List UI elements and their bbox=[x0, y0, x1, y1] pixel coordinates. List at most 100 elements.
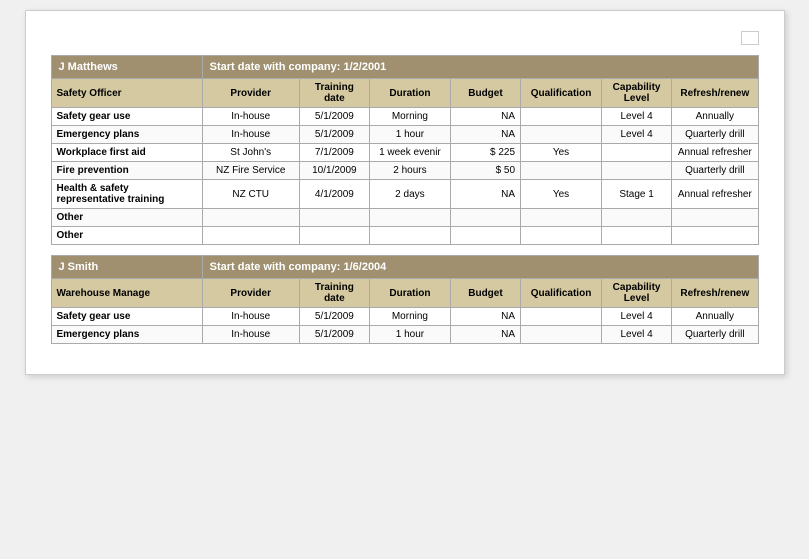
training-capability: Stage 1 bbox=[602, 180, 672, 209]
training-refresh: Annual refresher bbox=[672, 180, 758, 209]
training-name: Safety gear use bbox=[51, 308, 202, 326]
training-refresh: Annual refresher bbox=[672, 144, 758, 162]
training-qualification bbox=[521, 326, 602, 344]
employee-name: J Matthews bbox=[51, 56, 202, 79]
col-role: Safety Officer bbox=[51, 79, 202, 108]
training-refresh: Annually bbox=[672, 308, 758, 326]
training-budget bbox=[450, 209, 520, 227]
col-qualification: Qualification bbox=[521, 79, 602, 108]
col-header-1: Warehouse Manage Provider Training date … bbox=[51, 279, 758, 308]
training-capability: Level 4 bbox=[602, 326, 672, 344]
training-qualification bbox=[521, 209, 602, 227]
training-refresh: Quarterly drill bbox=[672, 126, 758, 144]
training-capability: Level 4 bbox=[602, 126, 672, 144]
employee-start-date: Start date with company: 1/2/2001 bbox=[202, 56, 758, 79]
training-qualification: Yes bbox=[521, 144, 602, 162]
col-duration: Duration bbox=[369, 279, 450, 308]
training-provider: NZ CTU bbox=[202, 180, 299, 209]
training-provider: In-house bbox=[202, 308, 299, 326]
col-training-date: Training date bbox=[299, 279, 369, 308]
training-budget: NA bbox=[450, 126, 520, 144]
col-refresh: Refresh/renew bbox=[672, 279, 758, 308]
employee-header-0: J Matthews Start date with company: 1/2/… bbox=[51, 56, 758, 79]
training-provider: St John's bbox=[202, 144, 299, 162]
training-name: Health & safety representative training bbox=[51, 180, 202, 209]
training-budget: NA bbox=[450, 108, 520, 126]
training-qualification bbox=[521, 126, 602, 144]
training-date: 7/1/2009 bbox=[299, 144, 369, 162]
table-row: Other bbox=[51, 209, 758, 227]
training-capability bbox=[602, 227, 672, 245]
table-row: Fire prevention NZ Fire Service 10/1/200… bbox=[51, 162, 758, 180]
training-capability: Level 4 bbox=[602, 108, 672, 126]
training-duration: Morning bbox=[369, 308, 450, 326]
employee-header-1: J Smith Start date with company: 1/6/200… bbox=[51, 256, 758, 279]
training-name: Workplace first aid bbox=[51, 144, 202, 162]
table-row: Emergency plans In-house 5/1/2009 1 hour… bbox=[51, 126, 758, 144]
training-date: 4/1/2009 bbox=[299, 180, 369, 209]
training-provider: In-house bbox=[202, 126, 299, 144]
col-capability: Capability Level bbox=[602, 279, 672, 308]
training-provider bbox=[202, 227, 299, 245]
table-row: Emergency plans In-house 5/1/2009 1 hour… bbox=[51, 326, 758, 344]
training-capability bbox=[602, 209, 672, 227]
training-duration: Morning bbox=[369, 108, 450, 126]
training-duration: 1 week evenir bbox=[369, 144, 450, 162]
training-capability bbox=[602, 144, 672, 162]
register-table-2: J Smith Start date with company: 1/6/200… bbox=[51, 255, 759, 344]
training-qualification bbox=[521, 227, 602, 245]
training-refresh bbox=[672, 227, 758, 245]
col-header-0: Safety Officer Provider Training date Du… bbox=[51, 79, 758, 108]
training-qualification bbox=[521, 162, 602, 180]
col-training-date: Training date bbox=[299, 79, 369, 108]
training-qualification bbox=[521, 308, 602, 326]
training-name: Other bbox=[51, 209, 202, 227]
training-refresh: Quarterly drill bbox=[672, 162, 758, 180]
training-budget: NA bbox=[450, 326, 520, 344]
training-capability bbox=[602, 162, 672, 180]
col-refresh: Refresh/renew bbox=[672, 79, 758, 108]
info-box bbox=[741, 31, 759, 45]
table-row: Safety gear use In-house 5/1/2009 Mornin… bbox=[51, 308, 758, 326]
col-budget: Budget bbox=[450, 279, 520, 308]
training-date bbox=[299, 227, 369, 245]
training-date bbox=[299, 209, 369, 227]
training-budget: $ 50 bbox=[450, 162, 520, 180]
employee-name: J Smith bbox=[51, 256, 202, 279]
training-duration bbox=[369, 227, 450, 245]
training-qualification: Yes bbox=[521, 180, 602, 209]
training-qualification bbox=[521, 108, 602, 126]
training-date: 5/1/2009 bbox=[299, 308, 369, 326]
training-date: 5/1/2009 bbox=[299, 108, 369, 126]
col-role: Warehouse Manage bbox=[51, 279, 202, 308]
training-name: Emergency plans bbox=[51, 126, 202, 144]
training-date: 5/1/2009 bbox=[299, 126, 369, 144]
training-budget: NA bbox=[450, 308, 520, 326]
training-name: Safety gear use bbox=[51, 108, 202, 126]
training-capability: Level 4 bbox=[602, 308, 672, 326]
training-budget bbox=[450, 227, 520, 245]
table-row: Other bbox=[51, 227, 758, 245]
training-duration bbox=[369, 209, 450, 227]
training-duration: 1 hour bbox=[369, 326, 450, 344]
training-provider bbox=[202, 209, 299, 227]
training-provider: In-house bbox=[202, 326, 299, 344]
training-duration: 2 hours bbox=[369, 162, 450, 180]
register-table-1: J Matthews Start date with company: 1/2/… bbox=[51, 55, 759, 245]
employee-start-date: Start date with company: 1/6/2004 bbox=[202, 256, 758, 279]
col-provider: Provider bbox=[202, 79, 299, 108]
training-name: Emergency plans bbox=[51, 326, 202, 344]
training-refresh bbox=[672, 209, 758, 227]
col-capability: Capability Level bbox=[602, 79, 672, 108]
col-qualification: Qualification bbox=[521, 279, 602, 308]
training-date: 10/1/2009 bbox=[299, 162, 369, 180]
top-section bbox=[51, 31, 759, 45]
training-name: Fire prevention bbox=[51, 162, 202, 180]
col-duration: Duration bbox=[369, 79, 450, 108]
training-budget: NA bbox=[450, 180, 520, 209]
training-refresh: Quarterly drill bbox=[672, 326, 758, 344]
training-provider: In-house bbox=[202, 108, 299, 126]
training-duration: 2 days bbox=[369, 180, 450, 209]
page: J Matthews Start date with company: 1/2/… bbox=[25, 10, 785, 375]
training-refresh: Annually bbox=[672, 108, 758, 126]
